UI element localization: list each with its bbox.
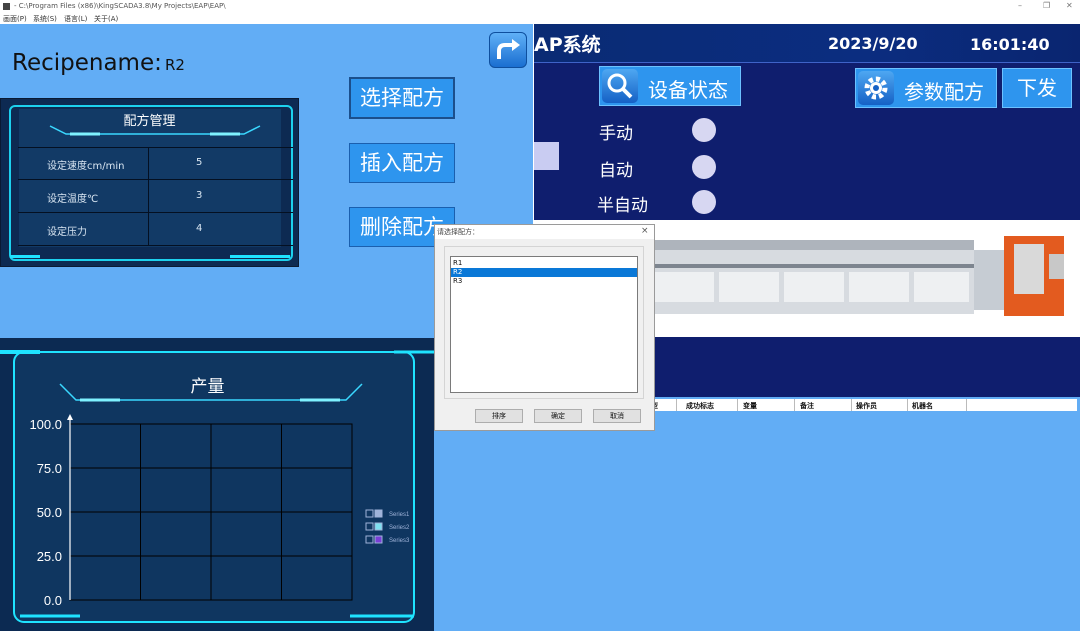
log-table	[434, 397, 1080, 631]
y-axis-arrow	[67, 414, 73, 420]
menu-item-about[interactable]: 关于(A)	[94, 14, 118, 24]
device-status-label: 设备状态	[648, 78, 728, 102]
mode-auto-label: 自动	[599, 161, 633, 181]
dispatch-button[interactable]: 下发	[1002, 68, 1072, 108]
legend-box	[365, 535, 374, 544]
confirm-button[interactable]: 确定	[534, 409, 582, 423]
param-speed-label: 设定速度cm/min	[47, 161, 125, 172]
param-pressure-value: 4	[196, 223, 203, 234]
legend-label: Series1	[389, 512, 410, 518]
legend-label: Series2	[389, 525, 410, 531]
date-display: 2023/9/20	[828, 34, 918, 53]
menu-bar: 画面(P) 系统(S) 语言(L) 关于(A)	[0, 13, 1080, 24]
return-arrow-icon	[497, 39, 520, 59]
status-block	[534, 142, 559, 170]
col-success: 成功标志	[686, 402, 714, 410]
manual-indicator-lamp	[692, 118, 716, 142]
y-tick-label: 0.0	[44, 593, 62, 608]
window-title: - C:\Program Files (x86)\KingSCADA3.8\My…	[14, 2, 226, 10]
param-temp-label: 设定温度℃	[47, 194, 99, 205]
menu-item-system[interactable]: 系统(S)	[33, 14, 57, 24]
dialog-close-icon[interactable]: ×	[641, 226, 649, 236]
search-icon	[602, 69, 638, 103]
return-button[interactable]	[489, 32, 527, 68]
select-recipe-button[interactable]: 选择配方	[349, 77, 455, 119]
legend-box	[365, 509, 374, 518]
col-remark: 备注	[800, 402, 814, 410]
mode-semiauto-label: 半自动	[597, 196, 648, 216]
window-title-bar: - C:\Program Files (x86)\KingSCADA3.8\My…	[0, 0, 1080, 13]
legend-label: Series3	[389, 538, 410, 544]
card-title: 配方管理	[123, 114, 176, 129]
menu-item-language[interactable]: 语言(L)	[64, 14, 87, 24]
y-tick-label: 100.0	[29, 417, 62, 432]
y-tick-label: 50.0	[37, 505, 62, 520]
device-status-button[interactable]: 设备状态	[599, 66, 741, 106]
insert-recipe-button[interactable]: 插入配方	[349, 143, 455, 183]
col-operator: 操作员	[856, 402, 877, 410]
minimize-button[interactable]: –	[1018, 1, 1022, 10]
recipe-list-item[interactable]: R2	[451, 268, 637, 277]
maximize-button[interactable]: ❐	[1043, 1, 1050, 10]
legend-swatch	[374, 535, 383, 544]
time-display: 16:01:40	[970, 35, 1050, 54]
param-speed-value: 5	[196, 157, 203, 168]
param-recipe-label: 参数配方	[904, 80, 984, 104]
col-machine: 机器名	[912, 402, 933, 410]
menu-item-screen[interactable]: 画面(P)	[3, 14, 27, 24]
mode-manual-label: 手动	[599, 124, 633, 144]
dialog-title: 请选择配方：	[437, 228, 479, 236]
y-tick-label: 75.0	[37, 461, 62, 476]
param-temp-value: 3	[196, 190, 203, 201]
close-button[interactable]: ✕	[1066, 1, 1073, 10]
semiauto-indicator-lamp	[692, 190, 716, 214]
production-chart: 100.0 75.0 50.0 25.0 0.0 Series1 Series2 Series…	[29, 414, 410, 608]
recipe-list-item[interactable]: R3	[451, 277, 637, 286]
y-tick-label: 25.0	[37, 549, 62, 564]
col-variable: 变量	[743, 402, 757, 410]
app-icon	[3, 3, 10, 10]
legend-swatch	[374, 522, 383, 531]
legend-box	[365, 522, 374, 531]
auto-indicator-lamp	[692, 155, 716, 179]
recipe-name-value: R2	[165, 56, 185, 74]
legend-swatch	[374, 509, 383, 518]
gear-icon	[858, 71, 894, 105]
sort-button[interactable]: 排序	[475, 409, 523, 423]
recipe-name-label: Recipename:	[12, 50, 162, 76]
cancel-button[interactable]: 取消	[593, 409, 641, 423]
param-recipe-button[interactable]: 参数配方	[855, 68, 997, 108]
param-pressure-label: 设定压力	[47, 227, 87, 238]
system-title: AP系统	[534, 34, 601, 56]
recipe-list-item[interactable]: R1	[451, 259, 637, 268]
